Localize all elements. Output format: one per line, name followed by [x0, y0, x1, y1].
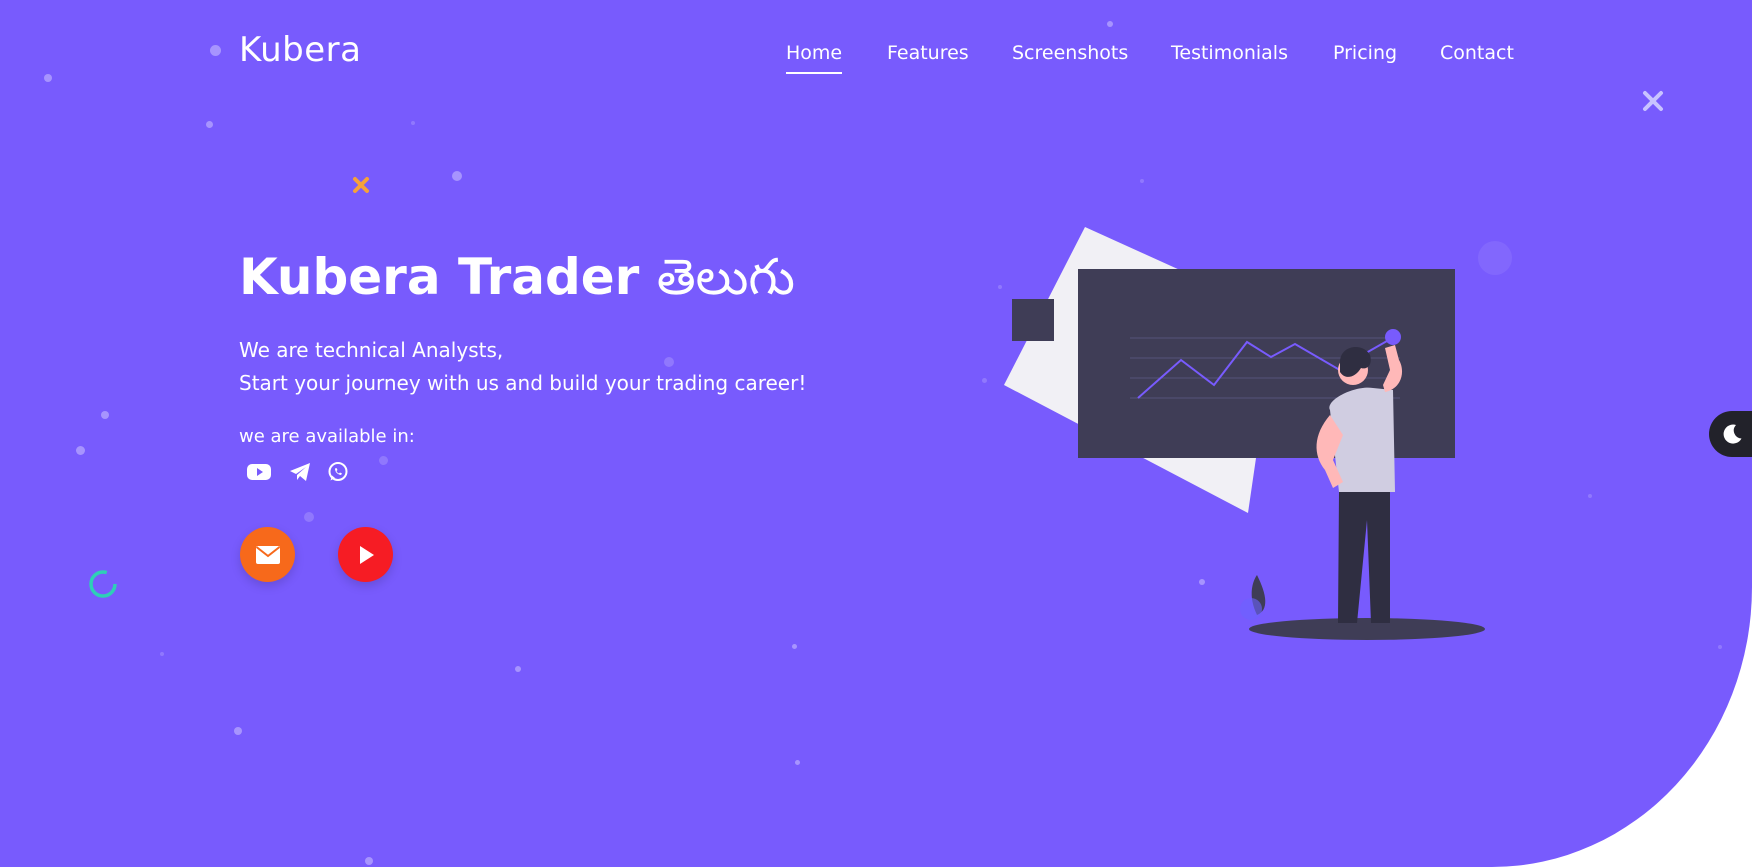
particle — [795, 760, 800, 765]
particle — [1588, 494, 1592, 498]
plus-icon — [350, 174, 372, 196]
nav-home[interactable]: Home — [786, 42, 843, 74]
particle — [411, 121, 415, 125]
play-button[interactable] — [338, 527, 393, 582]
moon-icon — [1721, 423, 1743, 445]
particle — [206, 121, 213, 128]
particle — [304, 512, 314, 522]
telegram-icon[interactable] — [286, 459, 314, 485]
logo[interactable]: Kubera — [239, 30, 361, 70]
nav-testimonials[interactable]: Testimonials — [1171, 42, 1288, 64]
nav-contact[interactable]: Contact — [1440, 42, 1514, 64]
play-icon — [356, 544, 376, 566]
ring-icon — [88, 569, 118, 599]
hero-subtitle-line2: Start your journey with us and build you… — [239, 371, 807, 395]
particle — [234, 727, 242, 735]
particle — [1140, 179, 1144, 183]
hero-title: Kubera Trader తెలుగు — [239, 248, 795, 319]
particle — [44, 74, 52, 82]
hero-subtitle-line1: We are technical Analysts, — [239, 338, 504, 362]
particle — [76, 446, 85, 455]
particle — [982, 378, 987, 383]
nav-pricing[interactable]: Pricing — [1333, 42, 1397, 64]
particle — [160, 652, 164, 656]
particle — [515, 666, 521, 672]
particle — [792, 644, 797, 649]
particle — [664, 357, 674, 367]
theme-toggle-button[interactable] — [1709, 411, 1752, 457]
hero-section: Kubera Home Features Screenshots Testimo… — [0, 0, 1752, 867]
whatsapp-icon[interactable] — [324, 459, 352, 485]
particle — [210, 45, 221, 56]
particle — [1718, 645, 1722, 649]
close-icon — [1641, 89, 1665, 113]
hero-illustration — [995, 220, 1495, 645]
particle — [365, 857, 373, 865]
email-button[interactable] — [240, 527, 295, 582]
email-icon — [255, 545, 281, 565]
nav-features[interactable]: Features — [887, 42, 969, 64]
nav-screenshots[interactable]: Screenshots — [1012, 42, 1128, 64]
youtube-icon[interactable] — [245, 459, 273, 485]
particle — [101, 411, 109, 419]
particle — [1107, 21, 1113, 27]
hero-title-main: Kubera Trader — [239, 248, 640, 306]
particle — [452, 171, 462, 181]
hero-title-telugu: తెలుగు — [656, 248, 795, 306]
availability-label: we are available in: — [239, 426, 415, 447]
particle — [379, 456, 388, 465]
